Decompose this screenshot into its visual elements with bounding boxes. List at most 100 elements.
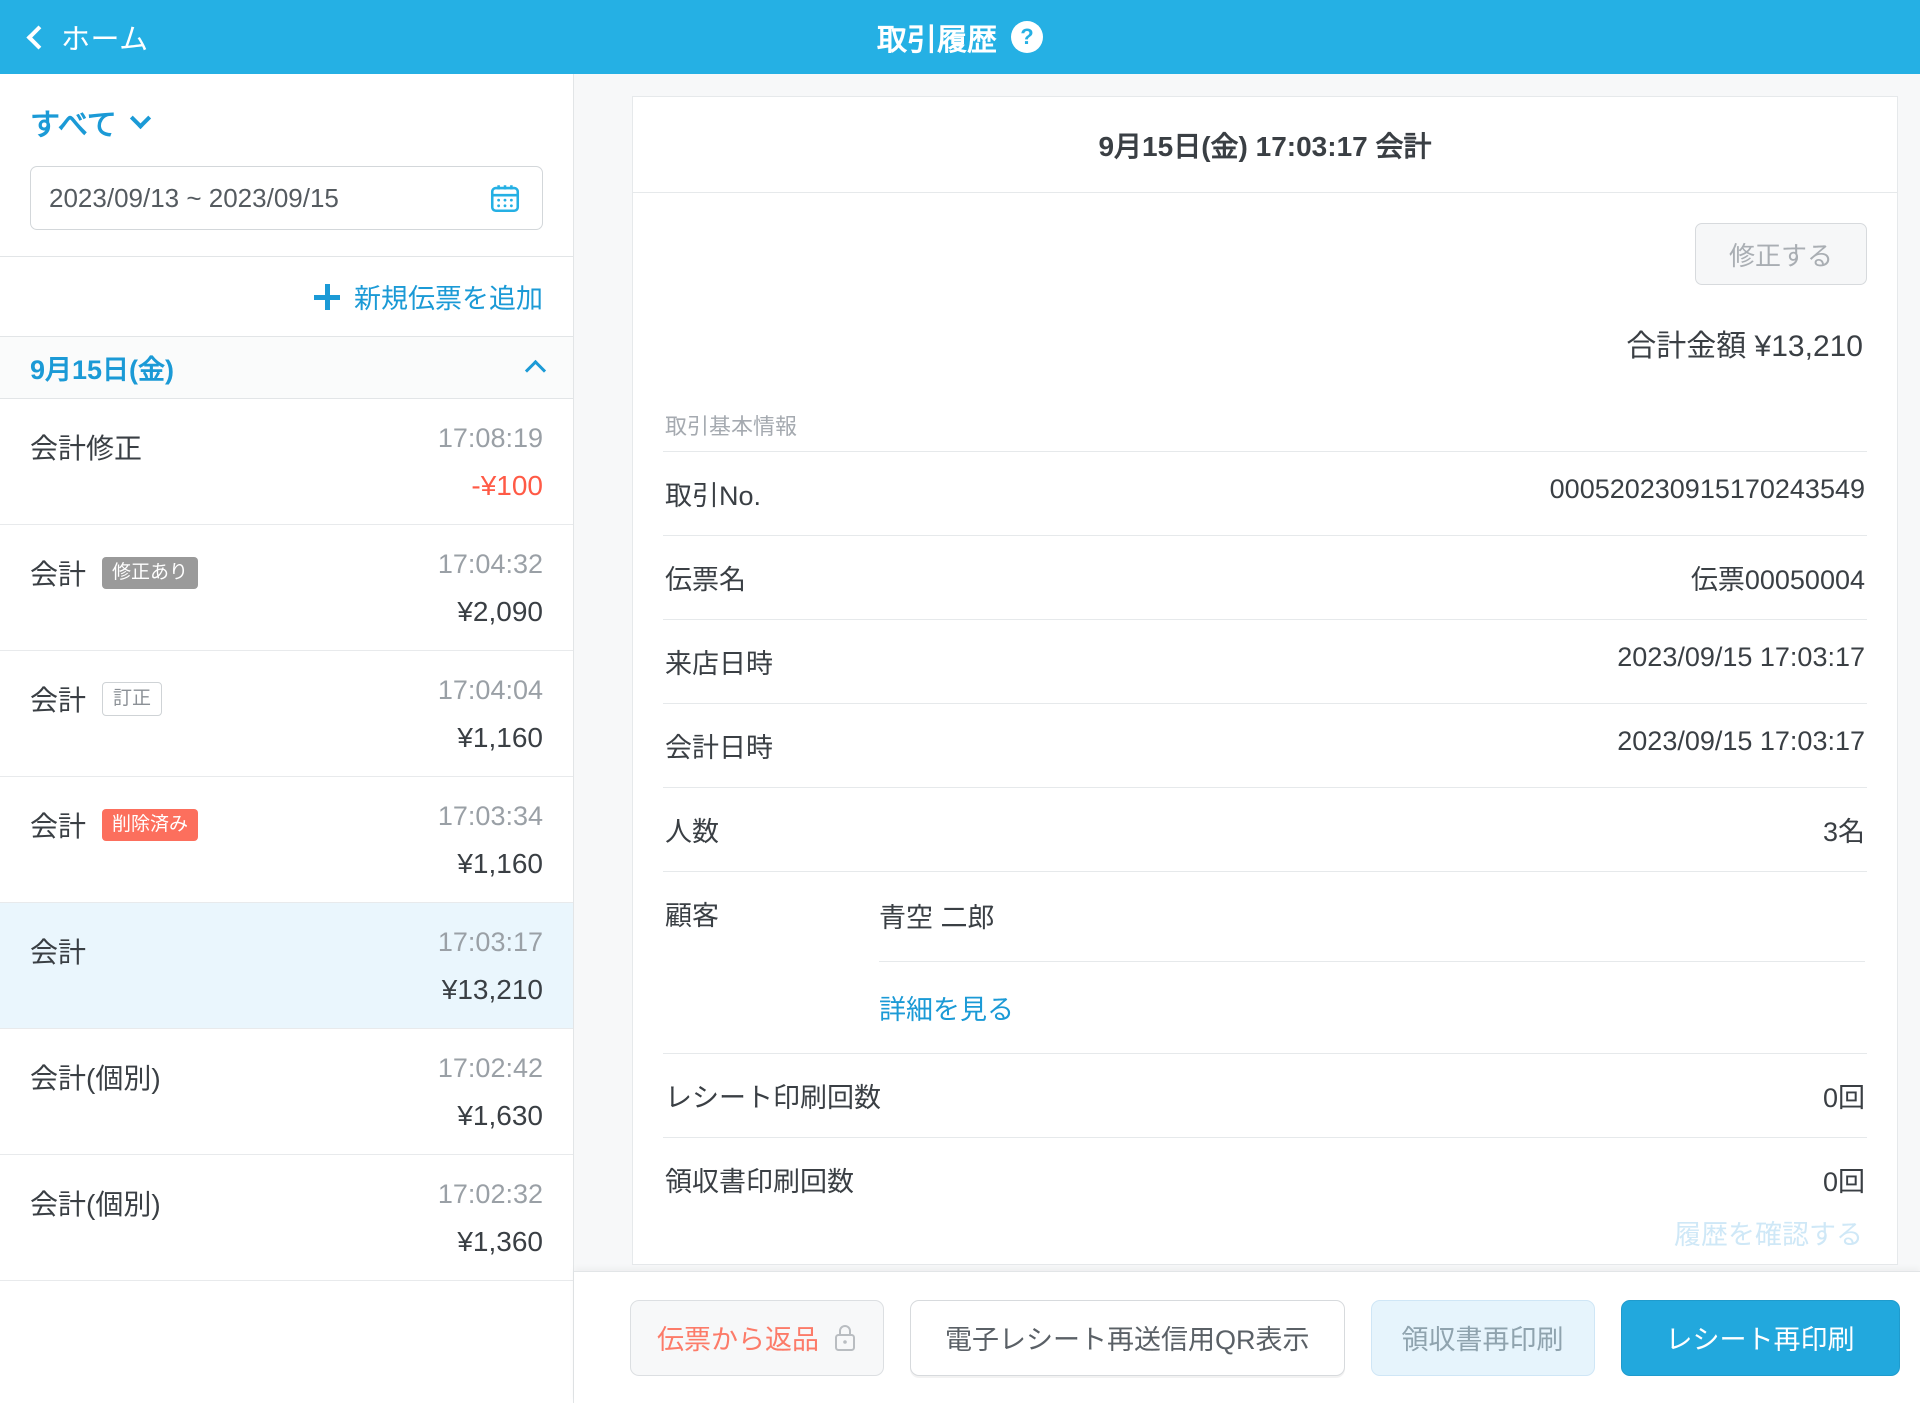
help-icon[interactable]: ? <box>1011 21 1043 53</box>
detail-row-value: 2023/09/15 17:03:17 <box>1617 642 1865 672</box>
filter-dropdown[interactable]: すべて <box>30 100 151 144</box>
page-title-container: 取引履歴 ? <box>0 0 1920 74</box>
detail-row-key: 伝票名 <box>665 565 746 595</box>
detail-card: 9月15日(金) 17:03:17 会計 修正する 合計金額 ¥13,210 取… <box>632 96 1898 1265</box>
day-group-label: 9月15日(金) <box>30 355 175 385</box>
page-title: 取引履歴 <box>877 24 997 57</box>
basic-info-table: 取引No. 000520230915170243549 伝票名 伝票00050004 来… <box>663 451 1867 1221</box>
transaction-amount: ¥2,090 <box>457 596 543 627</box>
detail-row: 会計日時 2023/09/15 17:03:17 <box>663 703 1867 787</box>
chevron-up-icon[interactable] <box>524 359 547 382</box>
transaction-item-left: 会計 訂正 <box>30 675 163 719</box>
filter-dropdown-label: すべて <box>30 109 117 142</box>
edit-transaction-button[interactable]: 修正する <box>1695 223 1867 285</box>
chevron-down-icon <box>129 107 151 129</box>
transaction-list-item[interactable]: 会計 削除済み 17:03:34 ¥1,160 <box>0 777 573 903</box>
transaction-item-right: 17:02:42 ¥1,630 <box>438 1053 543 1132</box>
day-group-header[interactable]: 9月15日(金) <box>0 337 573 399</box>
date-range-wrap: 2023/09/13 ~ 2023/09/15 <box>0 144 573 256</box>
transaction-item-left: 会計 削除済み <box>30 801 199 845</box>
detail-row: 伝票名 伝票00050004 <box>663 535 1867 619</box>
transaction-amount: ¥1,160 <box>457 848 543 879</box>
customer-detail-link[interactable]: 詳細を見る <box>879 962 1865 1053</box>
transaction-amount: ¥1,630 <box>457 1100 543 1131</box>
transaction-amount: -¥100 <box>471 470 543 501</box>
detail-row-key: 領収書印刷回数 <box>665 1167 854 1197</box>
detail-row-key: 人数 <box>665 817 719 847</box>
history-link-row: 履歴を確認する <box>633 1213 1897 1264</box>
page-body: すべて 2023/09/13 ~ 2023/09/15 新規伝票を追加 9月15… <box>0 74 1920 1403</box>
detail-row: 領収書印刷回数 0回 <box>663 1137 1867 1221</box>
return-from-slip-button[interactable]: 伝票から返品 <box>630 1299 884 1376</box>
resend-ereceipt-qr-button[interactable]: 電子レシート再送信用QR表示 <box>910 1299 1345 1376</box>
transaction-item-right: 17:03:17 ¥13,210 <box>438 927 543 1006</box>
detail-row-value: 0回 <box>1822 1083 1865 1113</box>
detail-row-key: レシート印刷回数 <box>665 1083 881 1113</box>
transaction-item-right: 17:02:32 ¥1,360 <box>438 1179 543 1258</box>
transaction-item-right: 17:03:34 ¥1,160 <box>438 801 543 880</box>
transaction-list-item[interactable]: 会計 訂正 17:04:04 ¥1,160 <box>0 651 573 777</box>
app-root: ホーム 取引履歴 ? すべて 2023/09/13 ~ 2023/09/15 新… <box>0 0 1920 1403</box>
transaction-item-right: 17:04:32 ¥2,090 <box>438 549 543 628</box>
transaction-item-left: 会計修正 <box>30 423 142 467</box>
detail-body: 修正する 合計金額 ¥13,210 取引基本情報 取引No. 0005202309… <box>633 193 1897 1264</box>
reprint-receipt-button[interactable]: 領収書再印刷 <box>1370 1299 1595 1376</box>
transaction-list-item[interactable]: 会計(個別) 17:02:42 ¥1,630 <box>0 1029 573 1155</box>
detail-row: 人数 3名 <box>663 787 1867 871</box>
transaction-list-item[interactable]: 会計 修正あり 17:04:32 ¥2,090 <box>0 525 573 651</box>
transaction-amount: ¥1,360 <box>457 1226 543 1257</box>
transaction-sidebar: すべて 2023/09/13 ~ 2023/09/15 新規伝票を追加 9月15… <box>0 74 574 1403</box>
total-row: 合計金額 ¥13,210 <box>663 285 1867 365</box>
transaction-time: 17:04:04 <box>437 675 543 705</box>
transaction-time: 17:03:34 <box>437 801 543 831</box>
filter-row: すべて <box>0 74 573 144</box>
transaction-item-left: 会計 修正あり <box>30 549 199 593</box>
transaction-item-left: 会計(個別) <box>30 1179 161 1223</box>
transaction-time: 17:02:32 <box>437 1179 543 1209</box>
detail-row: レシート印刷回数 0回 <box>663 1053 1867 1137</box>
customer-row-key: 顧客 <box>665 901 719 931</box>
transaction-time: 17:02:42 <box>437 1053 543 1083</box>
add-new-slip-button[interactable]: 新規伝票を追加 <box>0 257 573 337</box>
detail-row-value: 2023/09/15 17:03:17 <box>1617 726 1865 756</box>
transaction-item-right: 17:04:04 ¥1,160 <box>438 675 543 754</box>
transaction-item-left: 会計(個別) <box>30 1053 161 1097</box>
detail-row-value: 0回 <box>1822 1167 1865 1197</box>
check-history-link[interactable]: 履歴を確認する <box>1674 1220 1863 1250</box>
detail-row: 来店日時 2023/09/15 17:03:17 <box>663 619 1867 703</box>
transaction-type-label: 会計 <box>30 685 87 716</box>
date-range-picker[interactable]: 2023/09/13 ~ 2023/09/15 <box>30 166 543 230</box>
transaction-status-badge: 削除済み <box>102 809 199 841</box>
transaction-list-item[interactable]: 会計 17:03:17 ¥13,210 <box>0 903 573 1029</box>
detail-row-key: 取引No. <box>665 481 762 511</box>
return-from-slip-label: 伝票から返品 <box>657 1325 819 1355</box>
lock-icon <box>833 1324 857 1352</box>
transaction-list-item[interactable]: 会計修正 17:08:19 -¥100 <box>0 399 573 525</box>
customer-block: 青空 二郎 詳細を見る <box>879 894 1865 1053</box>
plus-icon <box>314 283 340 310</box>
transaction-status-badge: 修正あり <box>102 557 199 589</box>
calendar-icon[interactable] <box>488 181 522 215</box>
date-range-value: 2023/09/13 ~ 2023/09/15 <box>49 182 339 213</box>
transaction-type-label: 会計 <box>30 811 87 842</box>
reprint-slip-button[interactable]: レシート再印刷 <box>1620 1299 1900 1376</box>
transaction-list-item[interactable]: 会計(個別) 17:02:32 ¥1,360 <box>0 1155 573 1281</box>
back-home-button[interactable]: ホーム <box>26 16 149 58</box>
detail-row-value: 3名 <box>1822 817 1865 847</box>
transaction-type-label: 会計修正 <box>30 433 143 464</box>
detail-row-value: 伝票00050004 <box>1690 565 1865 595</box>
customer-row: 顧客 青空 二郎 詳細を見る <box>663 871 1867 1053</box>
transaction-item-left: 会計 <box>30 927 86 971</box>
detail-panel: 9月15日(金) 17:03:17 会計 修正する 合計金額 ¥13,210 取… <box>574 74 1920 1403</box>
detail-row-key: 来店日時 <box>665 649 773 679</box>
transaction-amount: ¥13,210 <box>441 974 543 1005</box>
edit-row: 修正する <box>663 193 1867 285</box>
transaction-type-label: 会計(個別) <box>30 1189 161 1220</box>
transaction-list[interactable]: 会計修正 17:08:19 -¥100 会計 修正あり 17:04:32 ¥2,090 会計訂… <box>0 399 573 1403</box>
back-home-label: ホーム <box>61 24 149 56</box>
transaction-type-label: 会計(個別) <box>30 1063 161 1094</box>
transaction-item-right: 17:08:19 -¥100 <box>438 423 543 502</box>
total-amount-text: 合計金額 ¥13,210 <box>1626 330 1863 363</box>
transaction-amount: ¥1,160 <box>457 722 543 753</box>
detail-row-value: 000520230915170243549 <box>1549 474 1865 504</box>
